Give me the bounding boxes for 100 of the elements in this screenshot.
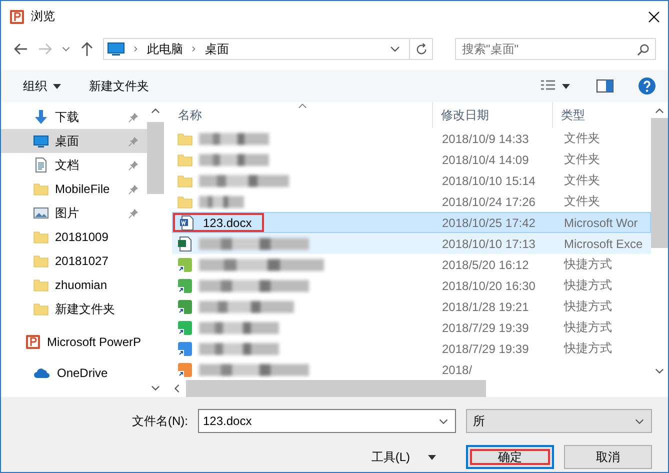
nav-item[interactable]: 图片 (1, 201, 147, 225)
date-cell-text: 2018/10/4 14:09 (441, 152, 530, 166)
nav-item[interactable]: 20181027 (1, 249, 147, 273)
sort-caret-icon (298, 103, 307, 109)
type-cell-text: 快捷方式 (562, 319, 613, 336)
type-cell-text: 文件夹 (563, 172, 601, 189)
type-cell-text: 快捷方式 (562, 340, 613, 357)
search-icon[interactable] (637, 43, 650, 56)
new-folder-button[interactable]: 新建文件夹 (85, 76, 153, 96)
spreadsheet-icon (177, 236, 193, 252)
caret-icon (428, 454, 436, 460)
file-row[interactable]: 2018/7/29 19:39 快捷方式 (172, 317, 651, 338)
file-row[interactable]: 2018/10/10 15:14 文件夹 (172, 170, 651, 191)
help-icon[interactable] (638, 77, 656, 95)
folder-icon (33, 229, 49, 245)
folder-icon (33, 181, 49, 197)
tools-button[interactable]: 工具(L) (365, 448, 442, 466)
address-bar[interactable]: 此电脑 桌面 (103, 38, 433, 60)
organize-button[interactable]: 组织 (19, 76, 65, 96)
date-cell-text: 2018/10/10 17:13 (441, 236, 536, 250)
file-row[interactable]: 2018/10/20 16:30 快捷方式 (172, 275, 651, 296)
date-cell-text: 2018/10/9 14:33 (441, 132, 530, 146)
folder-icon (177, 152, 193, 168)
cloud-icon (33, 367, 51, 379)
breadcrumb[interactable]: 此电脑 (147, 40, 183, 58)
close-icon[interactable] (648, 10, 660, 22)
nav-item[interactable]: 新建文件夹 (1, 297, 147, 321)
nav-item[interactable]: 桌面 (1, 129, 147, 153)
scrollbar-thumb[interactable] (147, 122, 164, 194)
type-cell-text: 快捷方式 (562, 298, 613, 315)
scroll-down-icon[interactable] (655, 368, 664, 374)
date-cell-text: 2018/ (441, 362, 474, 376)
dialog-button[interactable]: 取消 (564, 445, 652, 469)
type-cell-text: 文件夹 (563, 151, 601, 168)
folder-icon (177, 172, 193, 188)
nav-item[interactable]: zhuomian (1, 273, 147, 297)
chevron-right-icon (133, 45, 139, 53)
caret-icon[interactable] (562, 84, 570, 88)
scrollbar-thumb[interactable] (651, 118, 668, 248)
filename-field[interactable]: 123.docx (198, 409, 456, 433)
back-arrow-icon[interactable] (13, 41, 29, 57)
folder-icon (33, 277, 49, 293)
type-cell-text: Microsoft Exce (563, 236, 644, 250)
date-cell-text: 2018/10/10 15:14 (441, 174, 536, 188)
nav-item[interactable]: 20181009 (1, 225, 147, 249)
scroll-up-icon[interactable] (655, 108, 664, 114)
chevron-right-icon (191, 45, 197, 53)
presentation-app-icon (25, 334, 41, 350)
type-cell-text: 文件夹 (563, 193, 601, 210)
file-row[interactable]: 2018/5/20 16:12 快捷方式 (172, 254, 651, 275)
file-row[interactable]: 2018/10/24 17:26 文件夹 (172, 191, 651, 212)
folder-icon (33, 253, 49, 269)
scroll-left-icon[interactable] (174, 384, 180, 393)
scrollbar-thumb[interactable] (186, 380, 486, 397)
up-arrow-icon[interactable] (79, 41, 95, 57)
column-header[interactable]: 类型 (553, 102, 651, 128)
app-icon (9, 8, 25, 24)
date-cell-text: 2018/10/20 16:30 (441, 278, 536, 292)
nav-item[interactable]: OneDrive (1, 361, 147, 385)
monitor-icon (33, 133, 49, 149)
folder-icon (177, 194, 193, 210)
date-cell-text: 2018/10/24 17:26 (441, 194, 536, 208)
blurred-name (199, 154, 269, 166)
date-cell-text: 2018/1/28 19:21 (441, 300, 530, 314)
date-cell-text: 2018/7/29 19:39 (441, 342, 530, 356)
word-document-icon (179, 214, 195, 230)
file-row[interactable]: 2018/10/10 17:13 Microsoft Exce (172, 233, 651, 254)
nav-item[interactable]: MobileFile (1, 177, 147, 201)
document-icon (33, 157, 49, 173)
blurred-name (199, 196, 244, 208)
file-row[interactable]: 2018/1/28 19:21 快捷方式 (172, 296, 651, 317)
date-cell-text: 2018/5/20 16:12 (441, 258, 530, 272)
monitor-icon (107, 42, 125, 56)
column-header[interactable]: 修改日期 (433, 102, 553, 128)
column-header[interactable]: 名称 (170, 102, 433, 128)
file-row[interactable]: 2018/ (172, 359, 651, 380)
type-cell-text: 快捷方式 (562, 256, 613, 273)
preview-pane-icon[interactable] (596, 79, 614, 93)
nav-item[interactable]: 文档 (1, 153, 147, 177)
down-arrow-icon (33, 109, 49, 125)
search-field[interactable]: 搜索"桌面" (455, 38, 656, 60)
file-row[interactable]: 2018/10/4 14:09 文件夹 (172, 149, 651, 170)
type-cell-text: 文件夹 (563, 130, 601, 147)
breadcrumb[interactable]: 桌面 (205, 40, 229, 58)
file-row[interactable]: 123.docx 2018/10/25 17:42 Microsoft Wor (172, 212, 651, 233)
field-label: 文件名(N): (132, 412, 188, 430)
file-row[interactable]: 2018/10/9 14:33 文件夹 (172, 128, 651, 149)
file-name: 123.docx (202, 215, 252, 230)
file-row[interactable]: 2018/7/29 19:39 快捷方式 (172, 338, 651, 359)
window-title: 浏览 (31, 8, 55, 25)
refresh-icon[interactable] (414, 42, 428, 56)
scroll-up-icon[interactable] (151, 108, 160, 114)
chevron-down-icon[interactable] (61, 44, 71, 54)
folder-icon (177, 130, 193, 146)
file-type-dropdown[interactable]: 所 (466, 409, 652, 433)
scroll-down-icon[interactable] (151, 385, 160, 391)
nav-item[interactable]: Microsoft PowerP (1, 329, 147, 355)
dialog-button[interactable]: 确定 (466, 445, 554, 469)
type-cell-text: 快捷方式 (562, 277, 613, 294)
nav-item[interactable]: 下载 (1, 105, 147, 129)
